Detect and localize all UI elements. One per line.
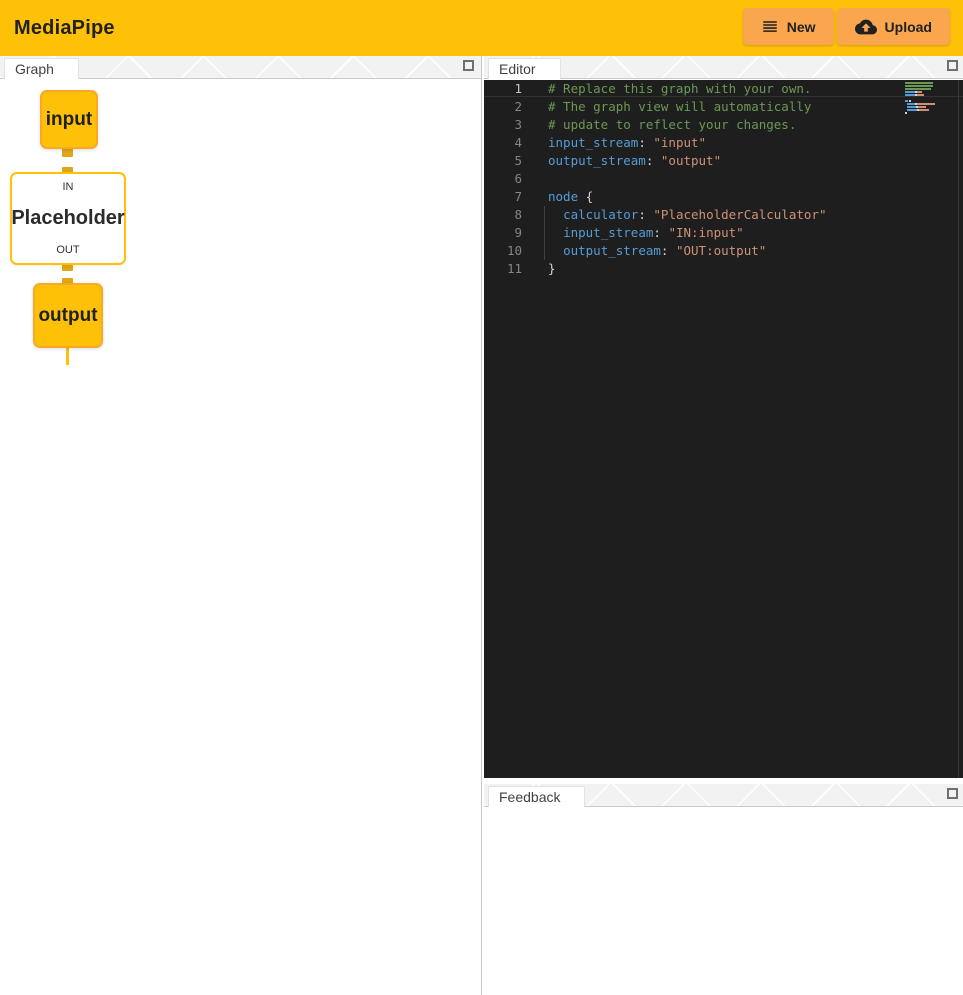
overview-ruler — [958, 80, 959, 778]
maximize-icon[interactable] — [463, 60, 474, 71]
feedback-panel-tabstrip: Feedback — [484, 784, 963, 807]
minimap-line — [905, 91, 941, 93]
editor-gutter: 1234567891011 — [484, 80, 522, 278]
code-line: # The graph view will automatically — [548, 98, 883, 116]
code-line: input_stream: "IN:input" — [548, 224, 883, 242]
line-number: 4 — [484, 134, 522, 152]
cloud-upload-icon — [855, 16, 877, 38]
app-title: MediaPipe — [14, 17, 115, 40]
minimap-line — [905, 109, 941, 111]
line-number: 7 — [484, 188, 522, 206]
line-number: 2 — [484, 98, 522, 116]
editor-panel-tabstrip: Editor — [484, 56, 963, 79]
code-line: # update to reflect your changes. — [548, 116, 883, 134]
minimap-line — [905, 112, 941, 114]
code-line: node { — [548, 188, 883, 206]
reorder-icon — [761, 18, 779, 36]
minimap-line — [905, 103, 941, 105]
input-port-label: IN — [63, 181, 74, 193]
header-buttons: New Upload — [743, 8, 950, 45]
line-number: 6 — [484, 170, 522, 188]
tab-graph[interactable]: Graph — [4, 58, 79, 79]
tab-feedback[interactable]: Feedback — [488, 786, 585, 807]
graph-panel-tabstrip: Graph — [0, 56, 482, 79]
upload-button-label: Upload — [885, 19, 932, 35]
minimap[interactable] — [905, 82, 941, 115]
graph-node-input[interactable]: input — [40, 90, 98, 149]
code-line: input_stream: "input" — [548, 134, 883, 152]
minimap-line — [905, 100, 941, 102]
output-port-label: OUT — [56, 244, 79, 256]
minimap-line — [905, 106, 941, 108]
code-line: output_stream: "output" — [548, 152, 883, 170]
tab-editor[interactable]: Editor — [488, 58, 561, 79]
line-number: 3 — [484, 116, 522, 134]
feedback-content — [484, 808, 963, 995]
line-number: 5 — [484, 152, 522, 170]
graph-node-placeholder[interactable]: IN Placeholder OUT — [10, 172, 126, 265]
new-button-label: New — [787, 19, 816, 35]
minimap-line — [905, 94, 941, 96]
minimap-line — [905, 97, 941, 99]
graph-node-label: Placeholder — [11, 207, 124, 230]
minimap-line — [905, 88, 941, 90]
upload-button[interactable]: Upload — [837, 8, 950, 45]
code-line: calculator: "PlaceholderCalculator" — [548, 206, 883, 224]
line-number: 11 — [484, 260, 522, 278]
graph-node-label: output — [38, 305, 97, 327]
new-button[interactable]: New — [743, 8, 834, 45]
app-window: MediaPipe New Upload Graph — [0, 0, 963, 995]
code-line: } — [548, 260, 883, 278]
line-number: 8 — [484, 206, 522, 224]
code-line: output_stream: "OUT:output" — [548, 242, 883, 260]
app-header: MediaPipe New Upload — [0, 0, 963, 56]
line-number: 1 — [484, 80, 522, 98]
code-editor[interactable]: 1234567891011 # Replace this graph with … — [484, 80, 963, 778]
minimap-line — [905, 85, 941, 87]
graph-node-label: input — [46, 109, 92, 131]
maximize-icon[interactable] — [947, 60, 958, 71]
code-lines: # Replace this graph with your own.# The… — [548, 80, 883, 278]
minimap-line — [905, 82, 941, 84]
maximize-icon[interactable] — [947, 788, 958, 799]
line-number: 10 — [484, 242, 522, 260]
code-line — [548, 170, 883, 188]
graph-canvas[interactable]: input IN Placeholder OUT output — [0, 80, 481, 995]
graph-node-output[interactable]: output — [33, 283, 103, 348]
panel-divider[interactable] — [481, 56, 482, 995]
code-line: # Replace this graph with your own. — [548, 80, 883, 98]
line-number: 9 — [484, 224, 522, 242]
